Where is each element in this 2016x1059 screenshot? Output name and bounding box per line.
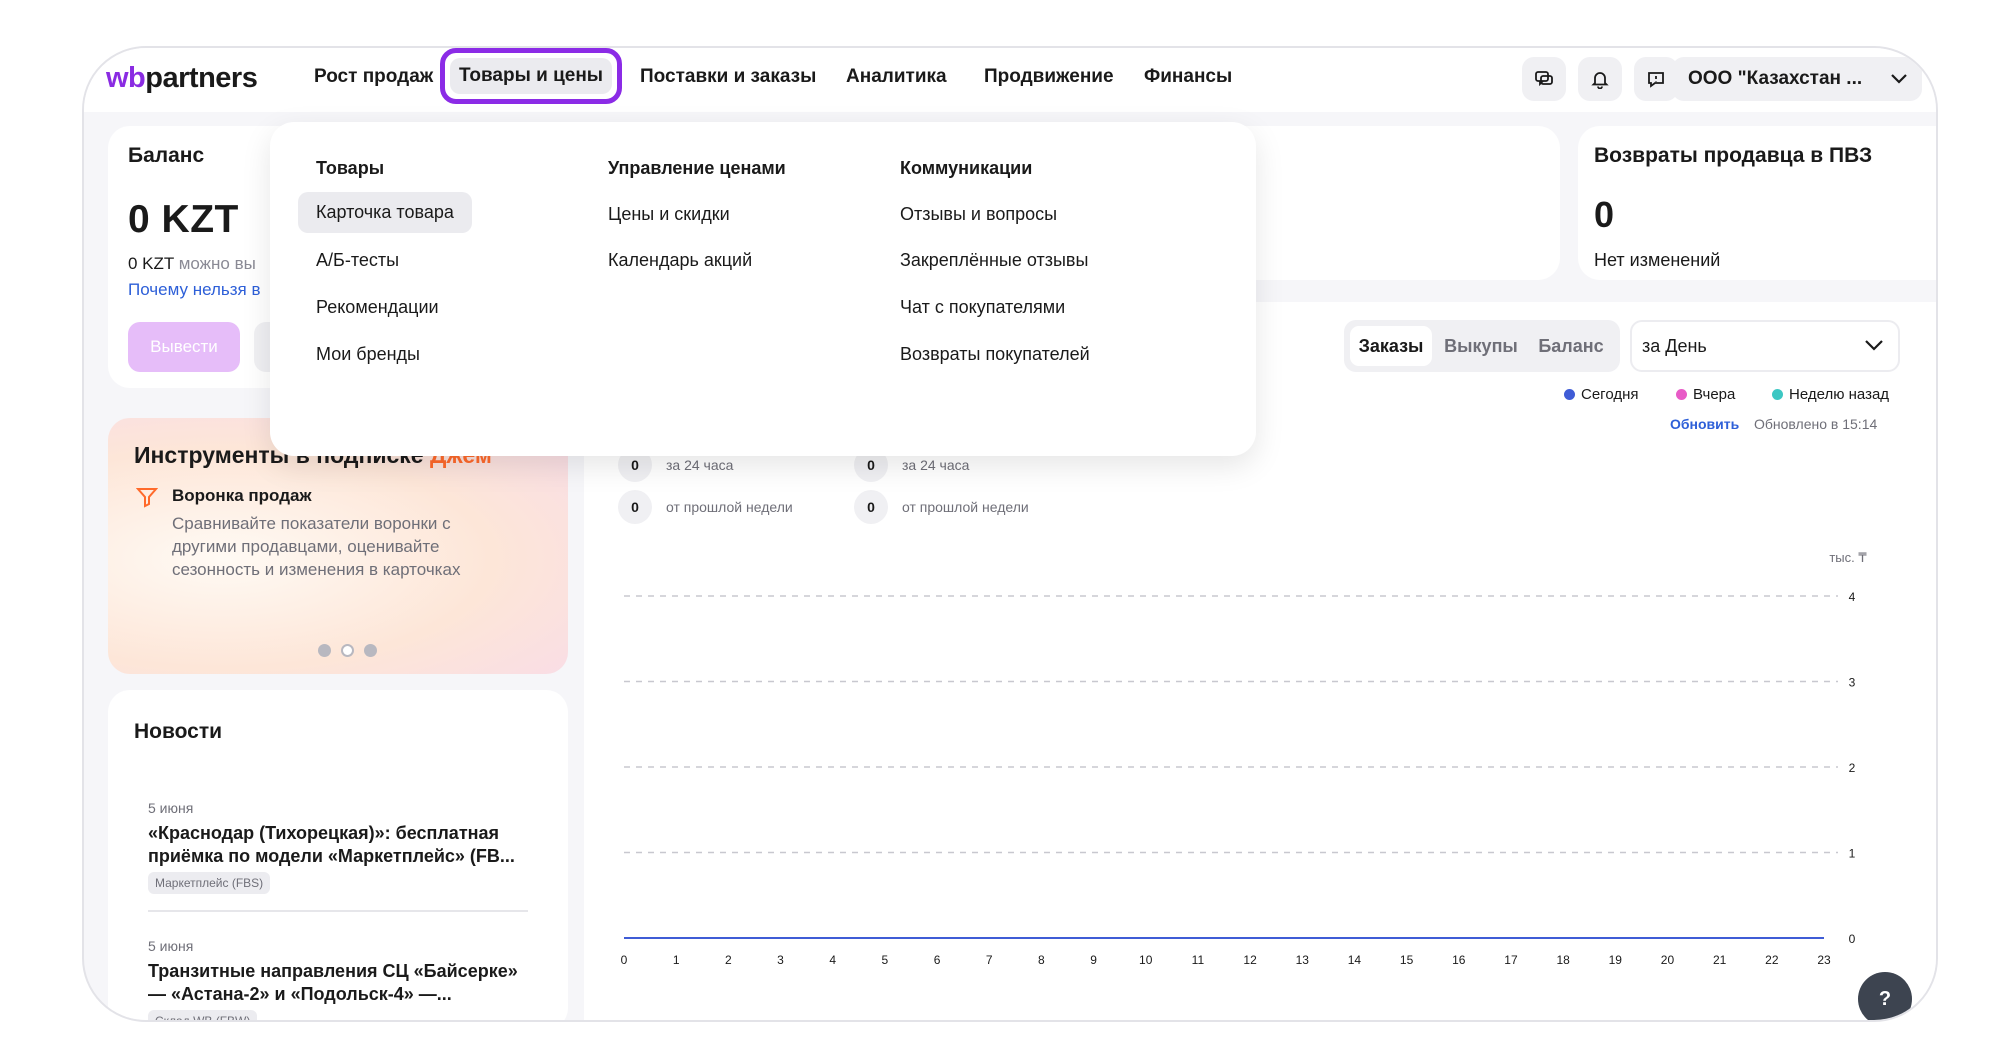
app-window: wbpartners Рост продаж Товары и цены Пос… (82, 46, 1938, 1022)
x-tick-label: 4 (829, 953, 836, 967)
dropdown-heading-communications: Коммуникации (900, 158, 1033, 178)
y-tick-label: 1 (1849, 847, 1856, 861)
x-tick-label: 14 (1348, 953, 1362, 967)
x-tick-label: 5 (882, 953, 889, 967)
x-tick-label: 19 (1609, 953, 1623, 967)
help-button[interactable]: ? (1858, 972, 1912, 1020)
x-tick-label: 1 (673, 953, 680, 967)
x-tick-label: 3 (777, 953, 784, 967)
products-prices-dropdown: Товары Карточка товара А/Б-тесты Рекомен… (270, 122, 1256, 456)
x-tick-label: 22 (1765, 953, 1779, 967)
x-tick-label: 6 (934, 953, 941, 967)
dropdown-heading-price-management: Управление ценами (608, 158, 786, 178)
menu-item-promo-calendar[interactable]: Календарь акций (608, 250, 752, 271)
y-tick-label: 3 (1849, 676, 1856, 690)
x-tick-label: 11 (1192, 953, 1205, 967)
menu-item-ab-tests[interactable]: А/Б-тесты (316, 250, 399, 271)
x-tick-label: 0 (621, 953, 628, 967)
x-tick-label: 18 (1556, 953, 1570, 967)
x-tick-label: 8 (1038, 953, 1045, 967)
menu-item-pinned-reviews[interactable]: Закреплённые отзывы (900, 250, 1088, 271)
x-tick-label: 23 (1817, 953, 1831, 967)
menu-item-my-brands[interactable]: Мои бренды (316, 344, 420, 365)
x-tick-label: 12 (1243, 953, 1257, 967)
y-axis-unit-label: тыс. ₸ (1829, 550, 1867, 565)
menu-item-reviews-questions[interactable]: Отзывы и вопросы (900, 204, 1057, 225)
y-tick-label: 0 (1849, 932, 1856, 946)
menu-item-recommendations[interactable]: Рекомендации (316, 297, 439, 318)
y-tick-label: 4 (1849, 590, 1856, 604)
x-tick-label: 10 (1139, 953, 1153, 967)
menu-item-customer-chat[interactable]: Чат с покупателями (900, 297, 1065, 318)
menu-item-customer-returns[interactable]: Возвраты покупателей (900, 344, 1090, 365)
x-tick-label: 9 (1090, 953, 1097, 967)
x-tick-label: 16 (1452, 953, 1466, 967)
menu-item-prices-discounts[interactable]: Цены и скидки (608, 204, 730, 225)
x-tick-label: 2 (725, 953, 732, 967)
x-tick-label: 13 (1296, 953, 1310, 967)
menu-item-product-card[interactable]: Карточка товара (298, 192, 472, 233)
x-tick-label: 20 (1661, 953, 1675, 967)
x-tick-label: 17 (1504, 953, 1518, 967)
x-tick-label: 15 (1400, 953, 1414, 967)
y-tick-label: 2 (1849, 761, 1856, 775)
x-tick-label: 7 (986, 953, 993, 967)
x-tick-label: 21 (1713, 953, 1727, 967)
dropdown-heading-products: Товары (316, 158, 385, 178)
